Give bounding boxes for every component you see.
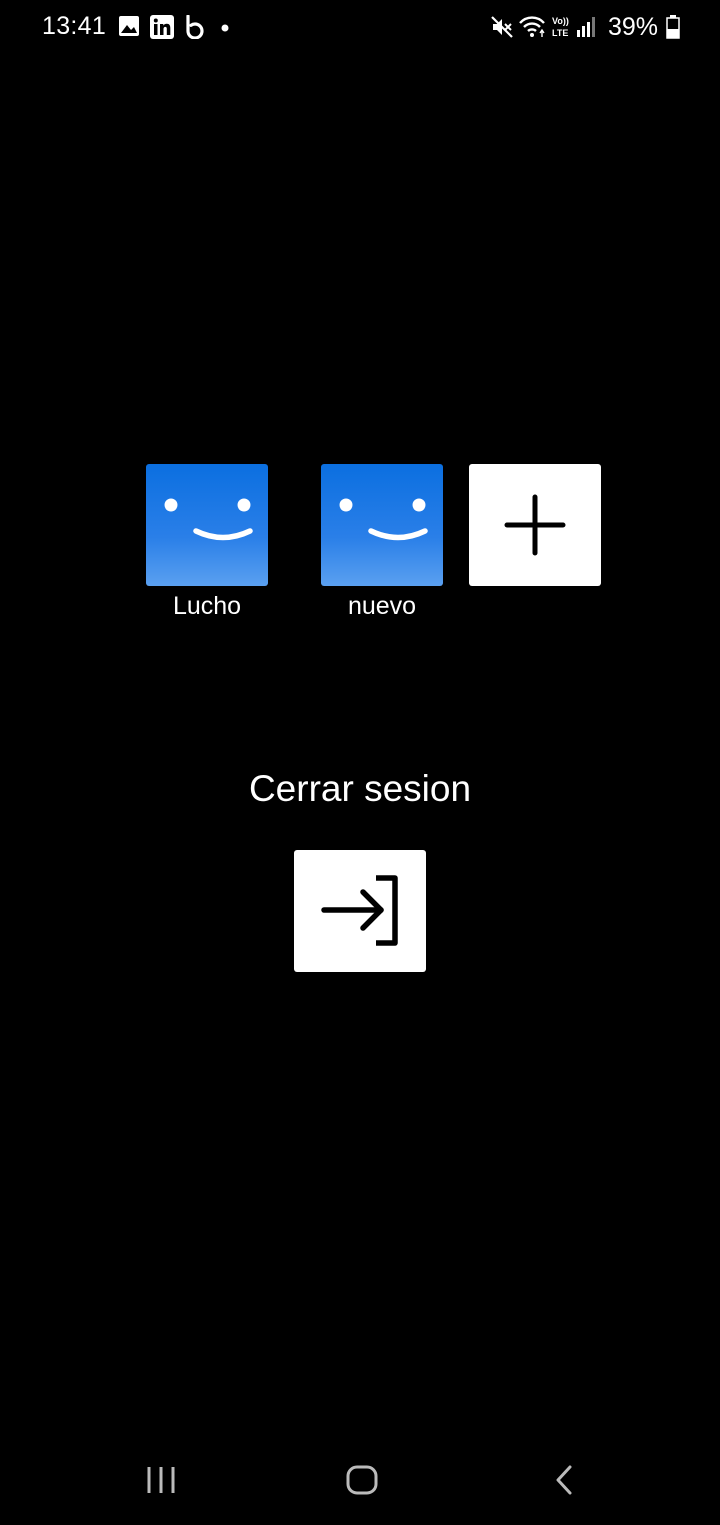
logout-button[interactable]	[294, 850, 426, 972]
smiley-icon	[339, 498, 428, 541]
home-icon	[346, 1465, 378, 1495]
battery-percentage: 39%	[607, 13, 658, 41]
add-profile-button[interactable]	[469, 464, 601, 586]
status-bar: 13:41 Vo)) LTE 39%	[0, 0, 720, 56]
logout-icon	[321, 875, 398, 946]
clock: 13:41	[42, 12, 107, 40]
signal-icon	[577, 17, 595, 37]
back-icon	[556, 1465, 572, 1495]
volte-icon: Vo)) LTE	[552, 16, 569, 38]
b-app-icon	[186, 15, 204, 39]
plus-icon	[504, 494, 566, 556]
gallery-icon	[119, 16, 139, 36]
profile-avatar-nuevo[interactable]	[321, 464, 443, 586]
home-button[interactable]	[322, 1440, 402, 1520]
profile-name-lucho[interactable]: Lucho	[127, 592, 287, 621]
recents-button[interactable]	[121, 1440, 201, 1520]
battery-icon	[666, 15, 680, 39]
linkedin-icon	[150, 15, 174, 39]
profile-avatar-lucho[interactable]	[146, 464, 268, 586]
recents-icon	[147, 1467, 175, 1493]
svg-text:LTE: LTE	[552, 28, 568, 38]
dot-icon	[221, 24, 229, 32]
smiley-icon	[164, 498, 253, 541]
back-button[interactable]	[524, 1440, 604, 1520]
svg-text:Vo)): Vo))	[552, 16, 569, 26]
profile-name-nuevo[interactable]: nuevo	[302, 592, 462, 621]
wifi-icon	[519, 16, 545, 37]
navigation-bar	[0, 1440, 720, 1520]
logout-title: Cerrar sesion	[248, 768, 472, 809]
mute-icon	[491, 16, 513, 38]
